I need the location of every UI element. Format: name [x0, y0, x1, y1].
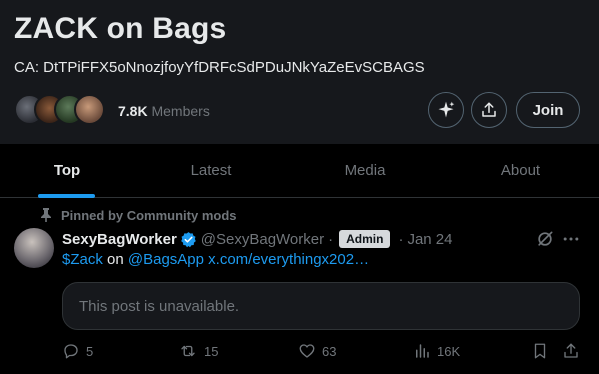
like-button[interactable]: 63 — [298, 342, 336, 360]
member-count-label: Members — [151, 103, 210, 119]
unavailable-quote: This post is unavailable. — [62, 282, 580, 330]
repost-button[interactable]: 15 — [178, 342, 218, 360]
reply-count: 5 — [86, 343, 94, 359]
share-post-button[interactable] — [562, 342, 586, 360]
active-tab-indicator — [38, 194, 95, 198]
reply-button[interactable]: 5 — [62, 342, 93, 360]
cashtag-link[interactable]: $Zack — [62, 251, 103, 268]
share-button[interactable] — [471, 92, 507, 128]
post-header: SexyBagWorker @SexyBagWorker · Admin · J… — [62, 229, 453, 249]
view-count: 16K — [437, 343, 461, 359]
post-text: $Zack on @BagsApp x.com/everythingx202… — [62, 251, 369, 268]
community-header: ZACK on Bags CA: DtTPiFFX5oNnozjfoyYfDRF… — [0, 0, 599, 144]
tab-latest[interactable]: Latest — [134, 144, 288, 197]
display-name[interactable]: SexyBagWorker — [62, 231, 177, 248]
post-actions: 5 15 63 16K — [0, 342, 599, 364]
share-upload-icon — [482, 102, 496, 117]
repost-count: 15 — [204, 343, 219, 359]
separator-dot: · — [328, 230, 334, 248]
member-count-value: 7.8K — [118, 103, 148, 119]
post-text-on: on — [107, 251, 124, 268]
reply-icon — [64, 344, 78, 359]
grok-sparkle-icon — [438, 101, 455, 118]
grok-icon[interactable] — [535, 229, 555, 254]
mention-link[interactable]: @BagsApp — [128, 251, 204, 268]
post-date[interactable]: Jan 24 — [407, 231, 452, 248]
join-button[interactable]: Join — [516, 92, 580, 128]
community-tabs: Top Latest Media About — [0, 144, 599, 198]
repost-icon — [181, 345, 195, 357]
bookmark-icon — [534, 343, 546, 359]
views-button[interactable]: 16K — [413, 342, 460, 360]
heart-icon — [299, 344, 315, 358]
views-chart-icon — [416, 344, 429, 358]
member-avatars[interactable] — [14, 94, 106, 126]
more-dots-icon[interactable] — [561, 229, 581, 254]
pinned-label: Pinned by Community mods — [40, 207, 237, 223]
tab-media[interactable]: Media — [288, 144, 442, 197]
verified-badge-icon — [180, 231, 197, 248]
tab-about[interactable]: About — [442, 144, 599, 197]
separator-dot: · — [398, 230, 404, 248]
pinned-text: Pinned by Community mods — [61, 207, 237, 223]
contract-address: CA: DtTPiFFX5oNnozjfoyYfDRFcSdPDuJNkYaZe… — [14, 59, 425, 76]
admin-badge: Admin — [339, 230, 391, 248]
url-link[interactable]: x.com/everythingx202… — [208, 251, 369, 268]
avatar[interactable] — [14, 228, 54, 268]
avatar — [74, 94, 105, 125]
pin-icon — [41, 208, 51, 222]
grok-button[interactable] — [428, 92, 464, 128]
community-title: ZACK on Bags — [14, 12, 227, 45]
share-upload-icon — [564, 343, 578, 358]
like-count: 63 — [322, 343, 337, 359]
members-count[interactable]: 7.8K Members — [118, 103, 210, 119]
user-handle[interactable]: @SexyBagWorker — [201, 231, 324, 248]
unavailable-text: This post is unavailable. — [79, 297, 240, 315]
tab-top[interactable]: Top — [0, 144, 134, 197]
bookmark-button[interactable] — [531, 342, 555, 360]
